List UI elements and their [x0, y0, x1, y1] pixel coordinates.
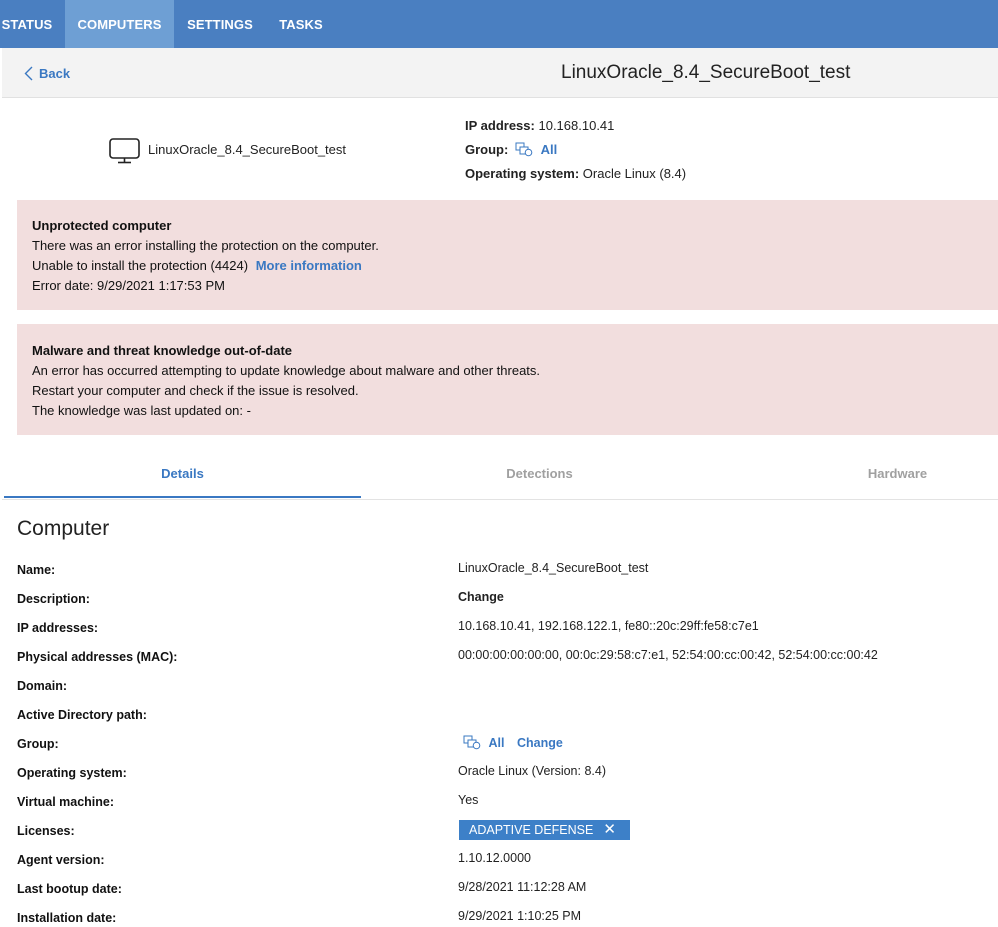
nav-tab-status[interactable]: STATUS — [0, 0, 54, 48]
license-name: ADAPTIVE DEFENSE — [469, 823, 594, 837]
alert-knowledge-outdated: Malware and threat knowledge out-of-date… — [17, 324, 998, 435]
alert-line: Unable to install the protection (4424) … — [32, 258, 362, 273]
summary-os: Operating system: Oracle Linux (8.4) — [465, 166, 686, 181]
alert-line-text: Unable to install the protection (4424) — [32, 258, 249, 273]
tab-detections[interactable]: Detections — [361, 460, 718, 498]
close-icon[interactable]: ✕ — [603, 820, 616, 840]
label-name: Name: — [17, 563, 56, 577]
value-agent-version: 1.10.12.0000 — [458, 851, 531, 865]
value-virtual-machine: Yes — [458, 793, 479, 807]
alert-line: An error has occurred attempting to upda… — [32, 363, 541, 378]
ip-label: IP address: — [465, 118, 535, 133]
os-label: Operating system: — [465, 166, 580, 181]
tab-details[interactable]: Details — [4, 460, 361, 498]
label-ad-path: Active Directory path: — [17, 708, 147, 722]
os-value: Oracle Linux (8.4) — [582, 166, 687, 181]
value-operating-system: Oracle Linux (Version: 8.4) — [458, 764, 606, 778]
alert-line: The knowledge was last updated on: - — [32, 403, 251, 418]
tab-hardware[interactable]: Hardware — [719, 460, 998, 498]
label-last-bootup: Last bootup date: — [17, 882, 122, 896]
value-group: All Change — [463, 735, 563, 750]
back-label: Back — [39, 65, 71, 81]
page-title: LinuxOracle_8.4_SecureBoot_test — [561, 62, 851, 83]
group-icon — [515, 142, 533, 157]
nav-tab-settings[interactable]: SETTINGS — [186, 0, 254, 48]
back-button[interactable]: Back — [24, 64, 70, 82]
section-title: Computer — [17, 517, 110, 540]
value-last-bootup: 9/28/2021 11:12:28 AM — [458, 880, 587, 894]
group-icon — [463, 735, 481, 750]
alert-title: Unprotected computer — [32, 218, 172, 233]
summary-ip: IP address: 10.168.10.41 — [465, 118, 614, 133]
group-link[interactable]: All — [541, 142, 558, 157]
ip-value: 10.168.10.41 — [538, 118, 615, 133]
label-licenses: Licenses: — [17, 824, 75, 838]
group-change-link[interactable]: Change — [517, 736, 563, 750]
label-agent-version: Agent version: — [17, 853, 105, 867]
label-operating-system: Operating system: — [17, 766, 127, 780]
alert-error-date: Error date: 9/29/2021 1:17:53 PM — [32, 278, 225, 293]
chevron-left-icon — [24, 66, 33, 80]
label-group: Group: — [17, 737, 59, 751]
group-label: Group: — [465, 142, 509, 157]
more-information-link[interactable]: More information — [256, 258, 362, 273]
nav-tab-computers[interactable]: COMPUTERS — [65, 0, 174, 48]
alert-line: There was an error installing the protec… — [32, 238, 379, 253]
value-installation-date: 9/29/2021 1:10:25 PM — [458, 909, 582, 923]
value-mac-addresses: 00:00:00:00:00:00, 00:0c:29:58:c7:e1, 52… — [458, 648, 878, 662]
top-navigation: STATUS COMPUTERS SETTINGS TASKS — [0, 0, 998, 48]
nav-tab-tasks[interactable]: TASKS — [279, 0, 323, 48]
value-ip-addresses: 10.168.10.41, 192.168.122.1, fe80::20c:2… — [458, 619, 759, 633]
label-mac-addresses: Physical addresses (MAC): — [17, 650, 178, 664]
page-header: Back LinuxOracle_8.4_SecureBoot_test — [2, 48, 998, 98]
monitor-icon — [109, 138, 140, 164]
alert-title: Malware and threat knowledge out-of-date — [32, 343, 293, 358]
value-name: LinuxOracle_8.4_SecureBoot_test — [458, 561, 649, 575]
label-domain: Domain: — [17, 679, 67, 693]
alert-unprotected: Unprotected computer There was an error … — [17, 200, 998, 310]
computer-name: LinuxOracle_8.4_SecureBoot_test — [148, 142, 347, 157]
license-badge: ADAPTIVE DEFENSE ✕ — [459, 820, 630, 840]
tabs-divider — [2, 499, 998, 500]
label-virtual-machine: Virtual machine: — [17, 795, 115, 809]
group-all-link[interactable]: All — [488, 736, 504, 750]
label-description: Description: — [17, 592, 90, 606]
alert-line: Restart your computer and check if the i… — [32, 383, 359, 398]
summary-group: Group: All — [465, 142, 557, 157]
label-ip-addresses: IP addresses: — [17, 621, 99, 635]
description-change-link[interactable]: Change — [458, 590, 504, 604]
label-installation-date: Installation date: — [17, 911, 117, 925]
